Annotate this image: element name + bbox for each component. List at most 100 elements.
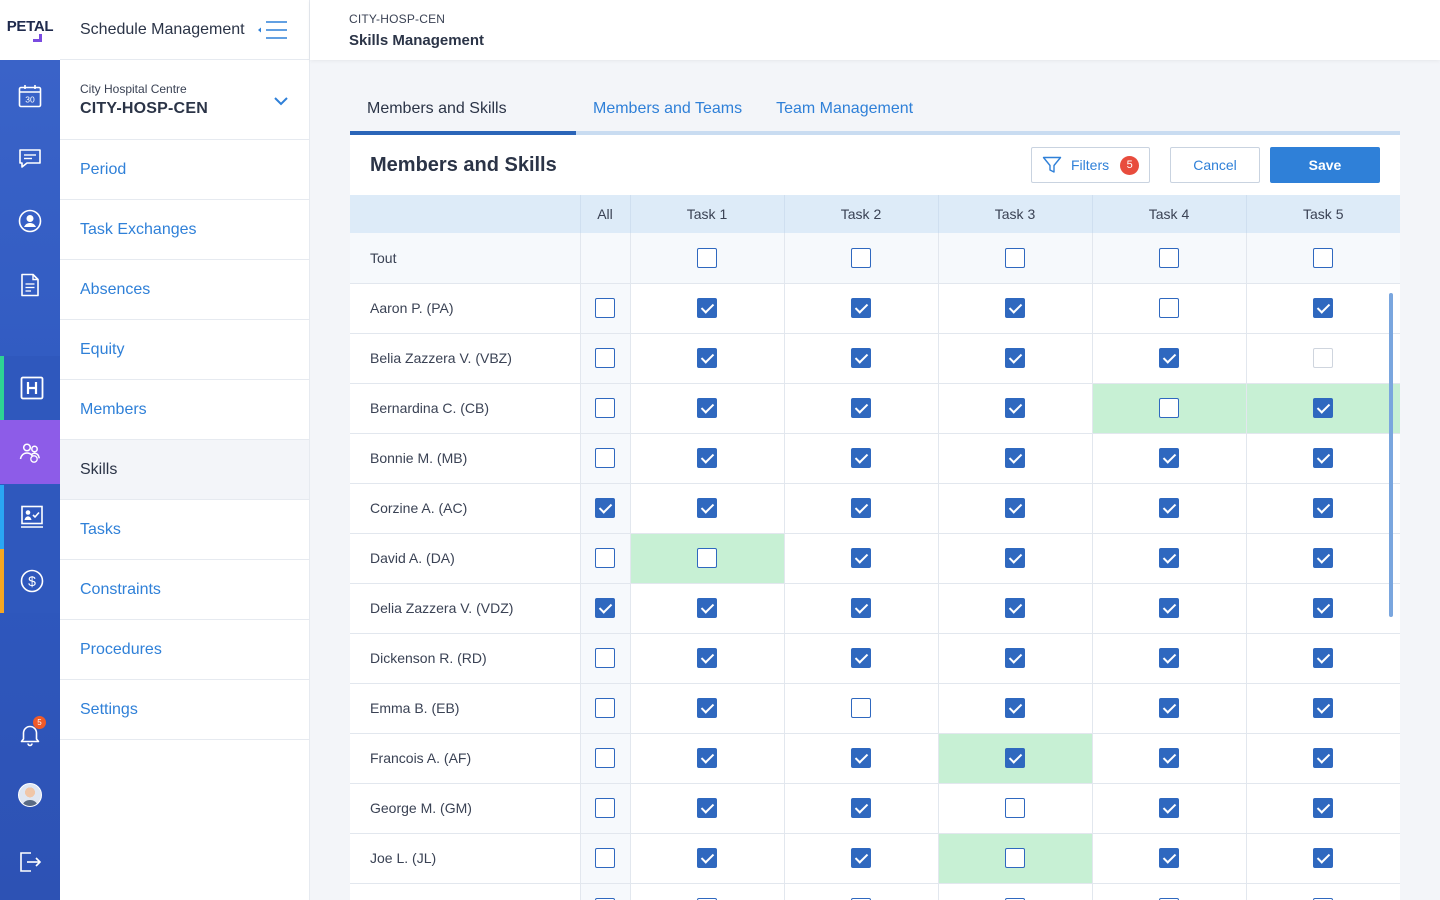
task-3-checkbox[interactable] bbox=[1005, 848, 1025, 868]
task-2-checkbox[interactable] bbox=[851, 348, 871, 368]
all-checkbox[interactable] bbox=[595, 648, 615, 668]
task-1-checkbox[interactable] bbox=[697, 848, 717, 868]
task-4-checkbox[interactable] bbox=[1159, 298, 1179, 318]
task-5-checkbox[interactable] bbox=[1313, 398, 1334, 418]
task-3-checkbox[interactable] bbox=[1005, 498, 1025, 518]
task-5-checkbox[interactable] bbox=[1313, 448, 1334, 468]
task-4-checkbox[interactable] bbox=[1159, 848, 1179, 868]
app-logo[interactable]: PETAL bbox=[0, 0, 60, 60]
task-1-checkbox[interactable] bbox=[697, 548, 717, 568]
task-3-checkbox[interactable] bbox=[1005, 648, 1025, 668]
all-checkbox[interactable] bbox=[595, 298, 615, 318]
task-1-checkbox[interactable] bbox=[697, 598, 717, 618]
select-all-task-4-checkbox[interactable] bbox=[1159, 247, 1179, 268]
task-5-checkbox[interactable] bbox=[1313, 548, 1334, 568]
task-5-checkbox[interactable] bbox=[1313, 648, 1334, 668]
rail-profile[interactable] bbox=[0, 189, 60, 253]
select-all-task-5-checkbox[interactable] bbox=[1313, 247, 1334, 268]
tab-team-management[interactable]: Team Management bbox=[759, 87, 930, 131]
org-selector[interactable]: City Hospital Centre CITY-HOSP-CEN bbox=[60, 60, 309, 140]
rail-messages[interactable] bbox=[0, 127, 60, 191]
task-3-checkbox[interactable] bbox=[1005, 348, 1025, 368]
all-checkbox[interactable] bbox=[595, 848, 615, 868]
task-3-checkbox[interactable] bbox=[1005, 698, 1025, 718]
all-checkbox[interactable] bbox=[595, 798, 615, 818]
task-1-checkbox[interactable] bbox=[697, 398, 717, 418]
sidebar-item-equity[interactable]: Equity bbox=[60, 320, 309, 380]
task-1-checkbox[interactable] bbox=[697, 698, 717, 718]
all-checkbox[interactable] bbox=[595, 548, 615, 568]
task-5-checkbox[interactable] bbox=[1313, 498, 1334, 518]
task-1-checkbox[interactable] bbox=[697, 648, 717, 668]
all-checkbox[interactable] bbox=[595, 398, 615, 418]
task-4-checkbox[interactable] bbox=[1159, 498, 1179, 518]
task-5-checkbox[interactable] bbox=[1313, 848, 1334, 868]
all-checkbox[interactable] bbox=[595, 598, 615, 618]
rail-finance[interactable]: $ bbox=[0, 549, 60, 613]
task-4-checkbox[interactable] bbox=[1159, 348, 1179, 368]
sidebar-item-procedures[interactable]: Procedures bbox=[60, 620, 309, 680]
task-3-checkbox[interactable] bbox=[1005, 448, 1025, 468]
rail-skills[interactable] bbox=[0, 420, 60, 484]
task-1-checkbox[interactable] bbox=[697, 748, 717, 768]
collapse-menu-icon[interactable] bbox=[257, 20, 289, 40]
rail-hospital[interactable] bbox=[0, 356, 60, 420]
task-4-checkbox[interactable] bbox=[1159, 598, 1179, 618]
all-checkbox[interactable] bbox=[595, 348, 615, 368]
task-4-checkbox[interactable] bbox=[1159, 648, 1179, 668]
task-4-checkbox[interactable] bbox=[1159, 798, 1179, 818]
task-3-checkbox[interactable] bbox=[1005, 298, 1025, 318]
rail-calendar[interactable]: 30 bbox=[0, 64, 60, 128]
sidebar-item-constraints[interactable]: Constraints bbox=[60, 560, 309, 620]
sidebar-item-tasks[interactable]: Tasks bbox=[60, 500, 309, 560]
task-3-checkbox[interactable] bbox=[1005, 748, 1025, 768]
task-2-checkbox[interactable] bbox=[851, 648, 871, 668]
task-2-checkbox[interactable] bbox=[851, 298, 871, 318]
task-5-checkbox[interactable] bbox=[1313, 798, 1334, 818]
save-button[interactable]: Save bbox=[1270, 147, 1380, 183]
task-5-checkbox[interactable] bbox=[1313, 598, 1334, 618]
tab-members-and-skills[interactable]: Members and Skills bbox=[350, 87, 576, 135]
task-4-checkbox[interactable] bbox=[1159, 548, 1179, 568]
task-4-checkbox[interactable] bbox=[1159, 698, 1179, 718]
task-1-checkbox[interactable] bbox=[697, 498, 717, 518]
task-2-checkbox[interactable] bbox=[851, 598, 871, 618]
task-3-checkbox[interactable] bbox=[1005, 598, 1025, 618]
table-scrollbar[interactable] bbox=[1389, 293, 1393, 617]
task-2-checkbox[interactable] bbox=[851, 698, 871, 718]
rail-presentation[interactable] bbox=[0, 485, 60, 549]
all-checkbox[interactable] bbox=[595, 698, 615, 718]
task-2-checkbox[interactable] bbox=[851, 398, 871, 418]
task-5-checkbox[interactable] bbox=[1313, 348, 1334, 368]
task-1-checkbox[interactable] bbox=[697, 448, 717, 468]
task-4-checkbox[interactable] bbox=[1159, 448, 1179, 468]
task-2-checkbox[interactable] bbox=[851, 798, 871, 818]
task-1-checkbox[interactable] bbox=[697, 798, 717, 818]
task-2-checkbox[interactable] bbox=[851, 498, 871, 518]
all-checkbox[interactable] bbox=[595, 448, 615, 468]
sidebar-item-skills[interactable]: Skills bbox=[60, 440, 309, 500]
filters-button[interactable]: Filters 5 bbox=[1031, 147, 1150, 183]
rail-logout[interactable] bbox=[0, 830, 60, 894]
cancel-button[interactable]: Cancel bbox=[1170, 147, 1260, 183]
task-3-checkbox[interactable] bbox=[1005, 398, 1025, 418]
select-all-task-3-checkbox[interactable] bbox=[1005, 247, 1025, 268]
sidebar-item-members[interactable]: Members bbox=[60, 380, 309, 440]
task-1-checkbox[interactable] bbox=[697, 348, 717, 368]
sidebar-item-period[interactable]: Period bbox=[60, 140, 309, 200]
all-checkbox[interactable] bbox=[595, 498, 615, 518]
task-3-checkbox[interactable] bbox=[1005, 798, 1025, 818]
select-all-task-2-checkbox[interactable] bbox=[851, 247, 871, 268]
sidebar-item-task-exchanges[interactable]: Task Exchanges bbox=[60, 200, 309, 260]
task-2-checkbox[interactable] bbox=[851, 748, 871, 768]
task-1-checkbox[interactable] bbox=[697, 298, 717, 318]
task-2-checkbox[interactable] bbox=[851, 848, 871, 868]
task-5-checkbox[interactable] bbox=[1313, 748, 1334, 768]
rail-notifications[interactable]: 5 bbox=[0, 702, 60, 766]
task-4-checkbox[interactable] bbox=[1159, 748, 1179, 768]
sidebar-item-settings[interactable]: Settings bbox=[60, 680, 309, 740]
rail-documents[interactable] bbox=[0, 253, 60, 317]
task-5-checkbox[interactable] bbox=[1313, 698, 1334, 718]
select-all-task-1-checkbox[interactable] bbox=[697, 247, 717, 268]
task-5-checkbox[interactable] bbox=[1313, 298, 1334, 318]
